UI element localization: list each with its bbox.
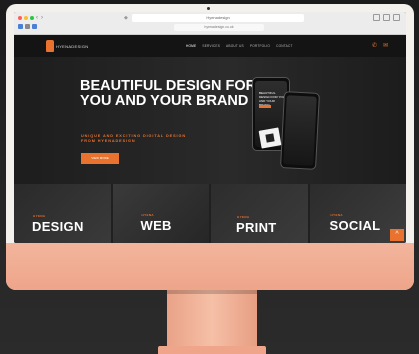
site-header: HYENADESIGN HOME SERVICES ABOUT US PORTF… — [14, 35, 406, 57]
tile-web[interactable]: HYENA WEB — [112, 184, 209, 243]
site-logo[interactable]: HYENADESIGN — [46, 40, 88, 52]
imac-stand-foot — [158, 346, 266, 354]
browser-nav: ‹ › — [36, 14, 43, 22]
nav-about-us[interactable]: ABOUT US — [226, 44, 244, 48]
tile-title: PRINT — [236, 220, 277, 235]
site-nav: HOME SERVICES ABOUT US PORTFOLIO CONTACT — [186, 44, 293, 48]
new-tab-icon[interactable] — [383, 14, 390, 21]
screen: ‹ › ◆ Hyenadesign hyenadesign.co.uk HYEN… — [14, 12, 406, 243]
imac-chin — [6, 243, 414, 290]
shield-icon: ◆ — [124, 15, 128, 21]
tab-hyenadesign[interactable]: Hyenadesign — [132, 14, 304, 22]
hero-subtitle: UNIQUE AND EXCITING DIGITAL DESIGN FROM … — [81, 134, 186, 143]
address-text: hyenadesign.co.uk — [204, 25, 234, 29]
bookmark-icon[interactable] — [25, 24, 30, 29]
imac-display: ‹ › ◆ Hyenadesign hyenadesign.co.uk HYEN… — [6, 4, 414, 290]
tab-title: Hyenadesign — [206, 15, 230, 20]
nav-home[interactable]: HOME — [186, 44, 196, 48]
tile-social[interactable]: HYENA SOCIAL ^ — [309, 184, 406, 243]
browser-actions — [373, 14, 400, 21]
hero-section: BEAUTIFUL DESIGN FOR YOU AND YOUR BRAND … — [14, 57, 406, 184]
tile-kicker: HYENA — [237, 215, 250, 219]
bookmark-icon[interactable] — [32, 24, 37, 29]
imac-stand — [167, 290, 257, 346]
back-button[interactable]: ‹ — [36, 14, 38, 22]
mail-icon[interactable]: ✉ — [383, 42, 388, 50]
window-controls — [18, 16, 34, 20]
camera-dot — [207, 7, 210, 10]
tile-print[interactable]: HYENA PRINT — [211, 184, 308, 243]
tile-title: WEB — [140, 218, 172, 233]
hero-title: BEAUTIFUL DESIGN FOR YOU AND YOUR BRAND — [80, 78, 257, 109]
close-button[interactable] — [18, 16, 22, 20]
nav-services[interactable]: SERVICES — [202, 44, 220, 48]
tile-kicker: HYENA — [330, 213, 344, 217]
view-more-button[interactable]: VIEW MORE — [81, 153, 119, 164]
forward-button[interactable]: › — [41, 14, 43, 22]
tile-design[interactable]: HYENA DESIGN — [14, 184, 111, 243]
product-box-image — [258, 127, 282, 149]
nav-portfolio[interactable]: PORTFOLIO — [250, 44, 270, 48]
phone-accent — [259, 105, 271, 108]
nav-contact[interactable]: CONTACT — [276, 44, 293, 48]
tile-kicker: HYENA — [141, 213, 155, 217]
tile-title: SOCIAL — [329, 218, 381, 233]
browser-chrome: ‹ › ◆ Hyenadesign hyenadesign.co.uk — [14, 12, 406, 35]
bookmarks-bar — [18, 24, 37, 29]
scroll-to-top-button[interactable]: ^ — [390, 229, 404, 241]
logo-mark-icon — [46, 40, 54, 52]
header-icons: ✆ ✉ — [372, 42, 388, 50]
address-bar[interactable]: hyenadesign.co.uk — [174, 24, 264, 31]
phone-mockup — [280, 91, 320, 170]
service-tiles: HYENA DESIGN HYENA WEB HYENA PRINT HYENA… — [14, 184, 406, 243]
minimize-button[interactable] — [24, 16, 28, 20]
tabs-overview-icon[interactable] — [393, 14, 400, 21]
share-icon[interactable] — [373, 14, 380, 21]
phone-icon[interactable]: ✆ — [372, 42, 377, 50]
bookmark-icon[interactable] — [18, 24, 23, 29]
phone-screen — [283, 95, 317, 166]
tile-title: DESIGN — [32, 219, 84, 234]
logo-text: HYENADESIGN — [56, 43, 89, 49]
tile-kicker: HYENA — [33, 214, 46, 218]
maximize-button[interactable] — [30, 16, 34, 20]
